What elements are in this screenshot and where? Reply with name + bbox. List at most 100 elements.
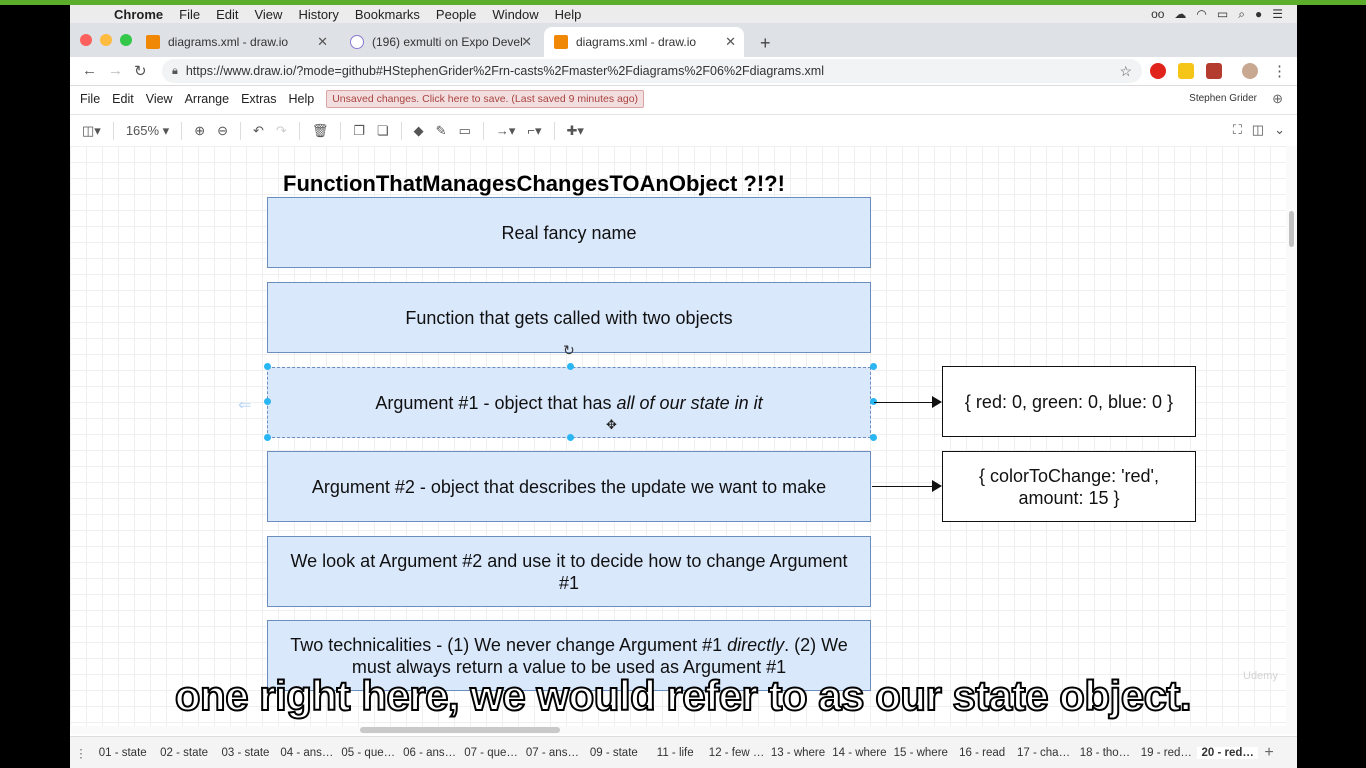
drawio-menu-file[interactable]: File: [80, 92, 100, 106]
page-tab-active[interactable]: 20 - red…: [1197, 747, 1259, 759]
box-action-example[interactable]: { colorToChange: 'red', amount: 15 }: [942, 451, 1196, 522]
globe-icon[interactable]: ⊕: [1272, 91, 1283, 107]
page-tab[interactable]: 07 - que…: [460, 747, 521, 759]
zoom-in-icon[interactable]: ⊕: [194, 123, 205, 139]
menu-file[interactable]: File: [179, 7, 200, 22]
list-icon[interactable]: ☰: [1272, 7, 1283, 22]
wifi-icon[interactable]: ◠: [1196, 7, 1206, 22]
back-icon[interactable]: ←: [82, 62, 97, 79]
page-tab[interactable]: 07 - ans…: [522, 747, 583, 759]
unsaved-changes-notice[interactable]: Unsaved changes. Click here to save. (La…: [326, 90, 645, 108]
page-tab[interactable]: 05 - que…: [338, 747, 399, 759]
undo-icon[interactable]: ↶: [253, 123, 264, 139]
to-front-icon[interactable]: ❐: [353, 123, 365, 139]
page-tab[interactable]: 18 - tho…: [1074, 747, 1135, 759]
reload-icon[interactable]: ↻: [134, 62, 147, 80]
menu-help[interactable]: Help: [555, 7, 582, 22]
drawio-menu-help[interactable]: Help: [289, 92, 315, 106]
page-tab[interactable]: 17 - cha…: [1013, 747, 1074, 759]
resize-handle-nw[interactable]: [264, 363, 271, 370]
panel-icon[interactable]: ◫: [1252, 122, 1264, 138]
collapse-icon[interactable]: ⌄: [1274, 122, 1285, 138]
url-field[interactable]: 🔒︎ https://www.draw.io/?mode=github#HSte…: [162, 59, 1142, 83]
menu-history[interactable]: History: [298, 7, 338, 22]
forward-icon[interactable]: →: [108, 62, 123, 79]
page-tab[interactable]: 12 - few …: [706, 747, 767, 759]
page-tab[interactable]: 19 - red…: [1136, 747, 1197, 759]
tab-1[interactable]: diagrams.xml - draw.io ✕: [136, 27, 336, 57]
zoom-select[interactable]: 165% ▾: [126, 123, 169, 139]
box-look-at-argument[interactable]: We look at Argument #2 and use it to dec…: [267, 536, 871, 607]
page-tab[interactable]: 14 - where: [829, 747, 890, 759]
drawio-menu-edit[interactable]: Edit: [112, 92, 134, 106]
close-icon[interactable]: ✕: [521, 34, 532, 50]
shield-extension-icon[interactable]: [1206, 63, 1222, 79]
resize-handle-n[interactable]: [567, 363, 574, 370]
page-tab[interactable]: 04 - ans…: [276, 747, 337, 759]
box-argument-2[interactable]: Argument #2 - object that describes the …: [267, 451, 871, 522]
menu-view[interactable]: View: [254, 7, 282, 22]
resize-handle-s[interactable]: [567, 434, 574, 441]
line-color-icon[interactable]: ✎: [436, 123, 447, 139]
opera-extension-icon[interactable]: [1150, 63, 1166, 79]
more-menu-icon[interactable]: ⋮: [1272, 62, 1287, 80]
vertical-scrollbar[interactable]: [1286, 146, 1297, 726]
extension-icon[interactable]: [1178, 63, 1194, 79]
shadow-icon[interactable]: ▭: [459, 123, 471, 139]
page-tab[interactable]: 13 - where: [767, 747, 828, 759]
page-tab[interactable]: 16 - read: [951, 747, 1012, 759]
cloud-icon[interactable]: ☁: [1174, 7, 1186, 22]
close-icon[interactable]: ✕: [317, 34, 328, 50]
connector-line-2[interactable]: [872, 486, 934, 487]
delete-icon[interactable]: 🗑︎: [312, 123, 329, 139]
tab-3-active[interactable]: diagrams.xml - draw.io ✕: [544, 27, 744, 57]
page-tab[interactable]: 11 - life: [645, 747, 706, 759]
battery-icon[interactable]: ▭: [1217, 7, 1228, 22]
fullscreen-icon[interactable]: ⛶: [1233, 122, 1242, 138]
page-tab[interactable]: 09 - state: [583, 747, 644, 759]
menu-edit[interactable]: Edit: [216, 7, 238, 22]
fill-color-icon[interactable]: ◆: [414, 123, 424, 139]
tab-2[interactable]: (196) exmulti on Expo Develop ✕: [340, 27, 540, 57]
scroll-thumb[interactable]: [1289, 211, 1294, 247]
diagram-title[interactable]: FunctionThatManagesChangesTOAnObject ?!?…: [283, 171, 785, 197]
resize-handle-sw[interactable]: [264, 434, 271, 441]
drawio-menu-arrange[interactable]: Arrange: [185, 92, 229, 106]
zoom-window-icon[interactable]: [120, 34, 132, 46]
box-real-fancy-name[interactable]: Real fancy name: [267, 197, 871, 268]
page-tab[interactable]: 01 - state: [92, 747, 153, 759]
pages-menu-icon[interactable]: ⋮: [70, 746, 92, 760]
connector-line-1[interactable]: [874, 402, 934, 403]
page-tab[interactable]: 15 - where: [890, 747, 951, 759]
rotate-handle-icon[interactable]: ↻: [563, 342, 575, 359]
new-tab-button[interactable]: +: [760, 33, 771, 54]
redo-icon[interactable]: ↷: [276, 123, 287, 139]
resize-handle-se[interactable]: [870, 434, 877, 441]
drawio-menu-extras[interactable]: Extras: [241, 92, 276, 106]
connection-icon[interactable]: →▾: [496, 123, 516, 139]
box-state-example[interactable]: { red: 0, green: 0, blue: 0 }: [942, 366, 1196, 437]
drawio-menu-view[interactable]: View: [146, 92, 173, 106]
page-tab[interactable]: 03 - state: [215, 747, 276, 759]
user-name[interactable]: Stephen Grider: [1189, 93, 1257, 104]
bookmark-star-icon[interactable]: ☆: [1119, 63, 1132, 80]
glasses-icon[interactable]: oo: [1151, 7, 1164, 22]
resize-handle-w[interactable]: [264, 398, 271, 405]
menu-bookmarks[interactable]: Bookmarks: [355, 7, 420, 22]
close-icon[interactable]: ✕: [725, 34, 736, 50]
box-argument-1-selected[interactable]: Argument #1 - object that has all of our…: [267, 367, 871, 438]
minimize-window-icon[interactable]: [100, 34, 112, 46]
close-window-icon[interactable]: [80, 34, 92, 46]
menu-chrome[interactable]: Chrome: [114, 7, 163, 22]
scroll-thumb[interactable]: [360, 727, 560, 733]
menu-window[interactable]: Window: [492, 7, 538, 22]
add-page-icon[interactable]: +: [1264, 744, 1273, 762]
to-back-icon[interactable]: ❏: [377, 123, 389, 139]
resize-handle-ne[interactable]: [870, 363, 877, 370]
menu-people[interactable]: People: [436, 7, 476, 22]
siri-icon[interactable]: ●: [1255, 7, 1262, 22]
page-tab[interactable]: 02 - state: [153, 747, 214, 759]
format-panel-icon[interactable]: ◫▾: [82, 123, 101, 139]
search-icon[interactable]: ⌕: [1238, 7, 1245, 22]
horizontal-scrollbar[interactable]: [70, 726, 1297, 734]
